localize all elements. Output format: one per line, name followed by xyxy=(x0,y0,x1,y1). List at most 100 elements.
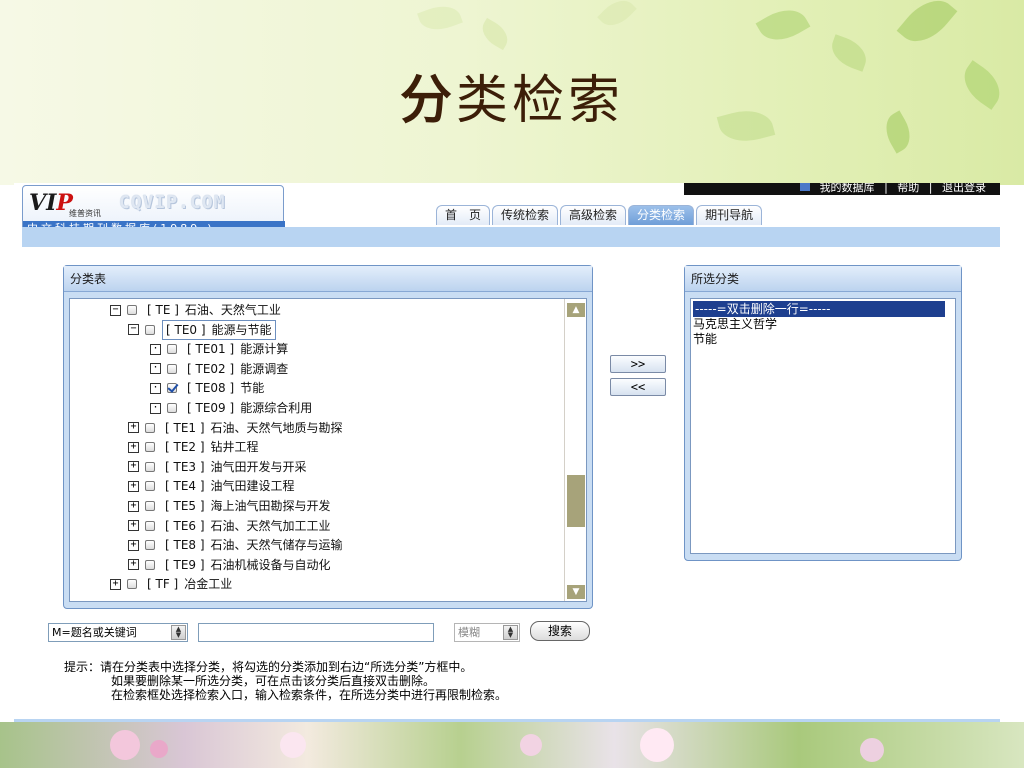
add-category-button[interactable]: >> xyxy=(610,355,666,373)
tab-category-search[interactable]: 分类检索 xyxy=(628,205,695,225)
category-checkbox[interactable] xyxy=(145,442,155,453)
tree-node[interactable]: − [ TE0 ] 能源与节能 xyxy=(128,319,276,340)
scroll-down-icon[interactable]: ▼ xyxy=(567,585,585,599)
tree-node-label[interactable]: [ TE9 ] 石油机械设备与自动化 xyxy=(162,556,334,574)
leaf-node-icon[interactable]: · xyxy=(150,402,161,414)
category-checkbox[interactable] xyxy=(127,305,137,315)
tree-node-label[interactable]: [ TF ] 冶金工业 xyxy=(144,575,235,593)
tree-node[interactable]: · [ TE09 ] 能源综合利用 xyxy=(150,399,315,417)
expand-icon[interactable]: + xyxy=(128,422,139,434)
tree-node[interactable]: + [ TE9 ] 石油机械设备与自动化 xyxy=(128,556,334,574)
tree-node[interactable]: + [ TE1 ] 石油、天然气地质与勘探 xyxy=(128,419,346,437)
expand-icon[interactable]: + xyxy=(128,559,139,571)
tree-node-label[interactable]: [ TE02 ] 能源调查 xyxy=(184,360,291,378)
category-code: [ TE9 ] xyxy=(165,557,205,572)
category-name: 油气田开发与开采 xyxy=(210,459,307,474)
tree-node[interactable]: · [ TE02 ] 能源调查 xyxy=(150,360,291,378)
expand-icon[interactable]: + xyxy=(128,500,139,512)
tree-node[interactable]: · [ TE01 ] 能源计算 xyxy=(150,340,291,358)
category-checkbox[interactable] xyxy=(145,481,155,492)
category-code: [ TE4 ] xyxy=(165,479,205,494)
selected-category-item[interactable]: 节能 xyxy=(693,331,717,347)
remove-category-button[interactable]: << xyxy=(610,378,666,396)
logout-link[interactable]: 退出登录 xyxy=(942,183,986,194)
tree-node[interactable]: · [ TE08 ] 节能 xyxy=(150,379,267,397)
tree-node[interactable]: + [ TE6 ] 石油、天然气加工工业 xyxy=(128,517,334,535)
keyword-input[interactable] xyxy=(198,623,434,642)
tree-node-label[interactable]: [ TE0 ] 能源与节能 xyxy=(162,319,276,340)
tree-node-label[interactable]: [ TE6 ] 石油、天然气加工工业 xyxy=(162,517,334,535)
match-mode-select[interactable]: 模糊 ▲ ▼ xyxy=(454,623,520,642)
tree-node-label[interactable]: [ TE1 ] 石油、天然气地质与勘探 xyxy=(162,419,346,437)
cqvip-wordmark: CQVIP.COM xyxy=(119,192,226,213)
category-checkbox[interactable] xyxy=(145,324,155,335)
expand-icon[interactable]: + xyxy=(128,480,139,492)
category-tree[interactable]: −[ TE ] 石油、天然气工业 −[ TE0 ] 能源与节能 ·[ TE01 ] 能源计… xyxy=(69,298,587,602)
tree-node-label[interactable]: [ TE09 ] 能源综合利用 xyxy=(184,399,315,417)
category-checkbox[interactable] xyxy=(167,403,177,413)
category-code: [ TE2 ] xyxy=(165,440,205,455)
expand-icon[interactable]: + xyxy=(128,539,139,551)
category-checkbox[interactable] xyxy=(167,344,177,355)
category-code: [ TE5 ] xyxy=(165,499,205,513)
tree-node[interactable]: + [ TF ] 冶金工业 xyxy=(110,575,235,593)
tree-node[interactable]: + [ TE5 ] 海上油气田勘探与开发 xyxy=(128,497,334,515)
my-database-link[interactable]: 我的数据库 xyxy=(820,183,875,194)
collapse-icon[interactable]: − xyxy=(128,324,139,336)
separator: | xyxy=(884,183,888,194)
tab-traditional-search[interactable]: 传统检索 xyxy=(492,205,559,225)
selected-category-item[interactable]: -----=双击删除一行=----- xyxy=(693,301,945,317)
search-button[interactable]: 搜索 xyxy=(530,621,590,641)
category-code: [ TE8 ] xyxy=(165,538,205,553)
hint-line: 如果要删除某一所选分类，可在点击该分类后直接双击删除。 xyxy=(111,674,436,688)
leaf-node-icon[interactable]: · xyxy=(150,343,161,355)
tree-node-label[interactable]: [ TE ] 石油、天然气工业 xyxy=(144,301,284,319)
category-checkbox[interactable] xyxy=(167,383,177,394)
category-checkbox[interactable] xyxy=(145,520,155,531)
vip-logo-mark: VIP xyxy=(29,190,73,216)
category-checkbox[interactable] xyxy=(145,422,155,433)
tree-node-label[interactable]: [ TE08 ] 节能 xyxy=(184,379,267,397)
tree-scrollbar[interactable]: ▲ ▼ xyxy=(564,299,586,601)
category-code: [ TE09 ] xyxy=(187,401,235,415)
tree-node[interactable]: + [ TE4 ] 油气田建设工程 xyxy=(128,477,298,495)
tab-advanced-search[interactable]: 高级检索 xyxy=(560,205,627,225)
category-checkbox[interactable] xyxy=(145,461,155,472)
tree-node[interactable]: + [ TE3 ] 油气田开发与开采 xyxy=(128,458,310,476)
selected-list[interactable]: -----=双击删除一行=----- 马克思主义哲学 节能 xyxy=(690,298,956,554)
scroll-thumb[interactable] xyxy=(567,475,585,527)
category-checkbox[interactable] xyxy=(167,363,177,374)
selected-category-item[interactable]: 马克思主义哲学 xyxy=(693,316,777,332)
tree-node[interactable]: − [ TE ] 石油、天然气工业 xyxy=(110,301,284,319)
search-field-select[interactable]: M=题名或关键词 ▲ ▼ xyxy=(48,623,188,642)
category-checkbox[interactable] xyxy=(145,501,155,511)
app-window: 我的数据库 | 帮助 | 退出登录 VIP 维普资讯 CQVIP.COM 中文科… xyxy=(14,183,1000,723)
expand-icon[interactable]: + xyxy=(110,578,121,590)
leaf-node-icon[interactable]: · xyxy=(150,363,161,375)
slide-header: 分类检索 xyxy=(0,0,1024,185)
tree-node[interactable]: + [ TE2 ] 钻井工程 xyxy=(128,438,262,456)
tree-node-label[interactable]: [ TE01 ] 能源计算 xyxy=(184,340,291,358)
category-checkbox[interactable] xyxy=(127,579,137,590)
help-link[interactable]: 帮助 xyxy=(897,183,919,194)
tab-home[interactable]: 首 页 xyxy=(436,205,491,225)
tree-node-label[interactable]: [ TE5 ] 海上油气田勘探与开发 xyxy=(162,497,334,515)
category-checkbox[interactable] xyxy=(145,540,155,551)
expand-icon[interactable]: + xyxy=(128,520,139,532)
tree-node-label[interactable]: [ TE8 ] 石油、天然气储存与运输 xyxy=(162,536,346,554)
scroll-up-icon[interactable]: ▲ xyxy=(567,303,585,317)
leaf-node-icon[interactable]: · xyxy=(150,382,161,394)
collapse-icon[interactable]: − xyxy=(110,304,121,316)
category-code: [ TE02 ] xyxy=(187,361,235,376)
expand-icon[interactable]: + xyxy=(128,441,139,453)
tree-node[interactable]: + [ TE8 ] 石油、天然气储存与运输 xyxy=(128,536,346,554)
tab-journal-nav[interactable]: 期刊导航 xyxy=(696,205,763,225)
expand-icon[interactable]: + xyxy=(128,461,139,473)
tree-node-label[interactable]: [ TE4 ] 油气田建设工程 xyxy=(162,477,298,495)
tree-node-label[interactable]: [ TE3 ] 油气田开发与开采 xyxy=(162,458,310,476)
category-name: 石油机械设备与自动化 xyxy=(210,557,331,572)
category-name: 能源调查 xyxy=(240,361,289,376)
logo-subtitle: 维普资讯 xyxy=(69,209,101,218)
tree-node-label[interactable]: [ TE2 ] 钻井工程 xyxy=(162,438,262,456)
category-checkbox[interactable] xyxy=(145,559,155,570)
